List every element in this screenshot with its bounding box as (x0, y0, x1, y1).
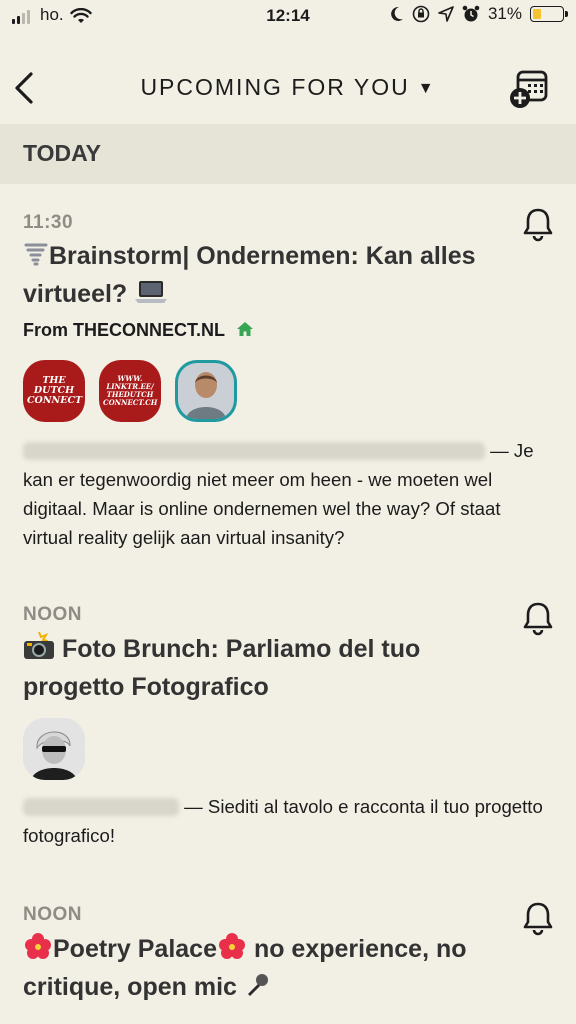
bell-icon[interactable] (521, 206, 555, 242)
moon-icon (391, 6, 403, 21)
bell-icon[interactable] (521, 900, 555, 936)
page-title-label: UPCOMING FOR YOU (140, 74, 410, 100)
event-title: Brainstorm| Ondernemen: Kan alles virtue… (23, 237, 483, 313)
page-title[interactable]: UPCOMING FOR YOU ▼ (0, 74, 576, 101)
event-club[interactable]: From THECONNECT.NL (23, 320, 254, 341)
avatar[interactable] (23, 718, 85, 780)
blurred-names (23, 442, 485, 460)
event-card[interactable]: NOON Foto Brunch: Parliamo del tuo proge… (0, 594, 576, 874)
speaker-avatars (23, 718, 85, 780)
avatar[interactable]: THE DUTCH CONNECT (23, 360, 85, 422)
avatar[interactable] (175, 360, 237, 422)
laptop-icon (135, 281, 168, 303)
event-time: 11:30 (23, 212, 74, 233)
section-header-today: TODAY (0, 124, 576, 184)
hibiscus-icon (25, 933, 51, 959)
event-title-text: Foto Brunch: Parliamo del tuo progetto F… (23, 635, 421, 701)
club-prefix: From (23, 320, 74, 340)
hibiscus-icon (219, 933, 245, 959)
avatar-text: WWW. LINKTR.EE/ THEDUTCH CONNECT.CH (103, 374, 158, 407)
bell-icon[interactable] (521, 600, 555, 636)
battery-percent: 31% (487, 4, 522, 23)
calendar-add-button[interactable] (508, 68, 550, 110)
event-title-text: Brainstorm| Ondernemen: Kan alles virtue… (23, 242, 476, 308)
event-description: — Siediti al tavolo e racconta il tuo pr… (23, 792, 553, 850)
location-icon (438, 6, 454, 22)
alarm-icon (462, 5, 480, 22)
section-label: TODAY (23, 140, 101, 166)
event-card[interactable]: 11:30 Brainstorm| Ondernemen: Kan alles … (0, 200, 576, 570)
status-bar: ho. 12:14 31% (0, 0, 576, 32)
person-photo (178, 363, 234, 419)
event-time: NOON (23, 904, 82, 925)
avatar[interactable]: WWW. LINKTR.EE/ THEDUTCH CONNECT.CH (99, 360, 161, 422)
microphone-icon (247, 974, 268, 996)
battery-icon (530, 6, 568, 22)
speaker-avatars: THE DUTCH CONNECT WWW. LINKTR.EE/ THEDUT… (23, 360, 237, 422)
dropdown-caret-icon: ▼ (417, 80, 436, 97)
house-icon (236, 322, 253, 336)
event-title-part1: Poetry Palace (53, 935, 217, 963)
event-description: — Je kan er tegenwoordig niet meer om he… (23, 436, 553, 552)
status-right: 31% (390, 4, 568, 24)
person-photo (23, 718, 85, 780)
event-title: Poetry Palace no experience, no critique… (23, 930, 523, 1006)
tornado-icon (24, 243, 48, 266)
event-time: NOON (23, 604, 82, 625)
avatar-text: THE DUTCH CONNECT (27, 375, 83, 406)
header: UPCOMING FOR YOU ▼ (0, 58, 576, 120)
event-card[interactable]: NOON Poetry Palace no experience, no cri… (0, 894, 576, 1024)
orientation-lock-icon (412, 5, 430, 23)
event-title: Foto Brunch: Parliamo del tuo progetto F… (23, 630, 483, 706)
blurred-names (23, 798, 179, 816)
camera-flash-icon (24, 632, 54, 659)
club-name: THECONNECT.NL (73, 320, 225, 340)
